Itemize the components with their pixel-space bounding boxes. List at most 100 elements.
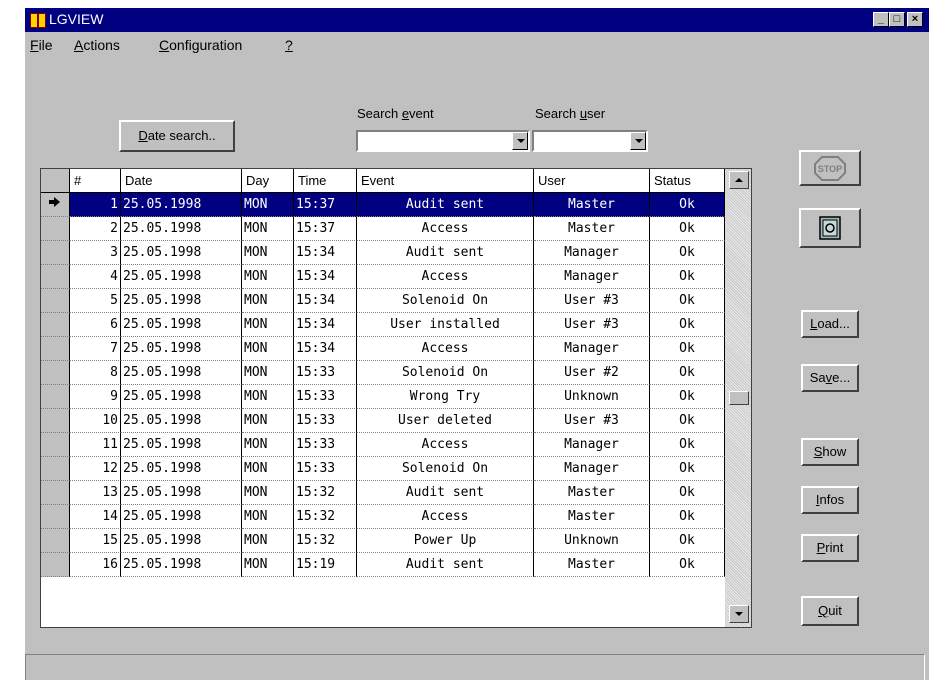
cell-time: 15:33	[294, 457, 357, 481]
menu-help[interactable]: ?	[285, 37, 293, 53]
table-row[interactable]: 3 25.05.1998 MON 15:34 Audit sent Manager Ok	[41, 241, 725, 265]
header-status[interactable]: Status	[650, 169, 725, 193]
table-row[interactable]: 16 25.05.1998 MON 15:19 Audit sent Master Ok	[41, 553, 725, 577]
scroll-down-arrow-icon[interactable]	[729, 605, 749, 623]
dropdown-arrow-icon[interactable]	[512, 132, 528, 150]
header-user[interactable]: User	[534, 169, 650, 193]
header-time[interactable]: Time	[294, 169, 357, 193]
show-button[interactable]: Show	[801, 438, 859, 466]
cell-number: 9	[70, 385, 121, 409]
cell-number: 3	[70, 241, 121, 265]
cell-status: Ok	[650, 241, 725, 265]
dropdown-arrow-icon[interactable]	[630, 132, 646, 150]
header-date[interactable]: Date	[121, 169, 242, 193]
row-indicator[interactable]	[41, 313, 70, 337]
cell-time: 15:34	[294, 241, 357, 265]
table-row[interactable]: 12 25.05.1998 MON 15:33 Solenoid On Manager Ok	[41, 457, 725, 481]
stop-button[interactable]: STOP	[799, 150, 861, 186]
cell-user: Master	[534, 193, 650, 217]
table-scrollbar[interactable]	[725, 169, 751, 627]
scroll-up-arrow-icon[interactable]	[729, 171, 749, 189]
cell-date: 25.05.1998	[121, 457, 242, 481]
row-indicator[interactable]	[41, 361, 70, 385]
print-button[interactable]: Print	[801, 534, 859, 562]
cell-date: 25.05.1998	[121, 433, 242, 457]
row-indicator[interactable]	[41, 385, 70, 409]
table-row[interactable]: 8 25.05.1998 MON 15:33 Solenoid On User #2 Ok	[41, 361, 725, 385]
cell-time: 15:34	[294, 313, 357, 337]
table-row[interactable]: 7 25.05.1998 MON 15:34 Access Manager Ok	[41, 337, 725, 361]
cell-number: 7	[70, 337, 121, 361]
cell-time: 15:33	[294, 361, 357, 385]
table-row[interactable]: 2 25.05.1998 MON 15:37 Access Master Ok	[41, 217, 725, 241]
menu-actions[interactable]: Actions	[74, 37, 120, 53]
maximize-button[interactable]: □	[889, 12, 905, 27]
table-row[interactable]: 13 25.05.1998 MON 15:32 Audit sent Master Ok	[41, 481, 725, 505]
minimize-button[interactable]: _	[873, 12, 889, 27]
row-indicator[interactable]	[41, 481, 70, 505]
row-indicator[interactable]	[41, 553, 70, 577]
cell-time: 15:32	[294, 481, 357, 505]
row-indicator[interactable]	[41, 433, 70, 457]
table-row[interactable]: 9 25.05.1998 MON 15:33 Wrong Try Unknown Ok	[41, 385, 725, 409]
table-row[interactable]: 4 25.05.1998 MON 15:34 Access Manager Ok	[41, 265, 725, 289]
row-indicator[interactable]	[41, 457, 70, 481]
cell-date: 25.05.1998	[121, 529, 242, 553]
quit-button[interactable]: Quit	[801, 596, 859, 626]
row-indicator[interactable]	[41, 289, 70, 313]
cell-status: Ok	[650, 289, 725, 313]
menu-file[interactable]: File	[30, 37, 53, 53]
infos-button[interactable]: Infos	[801, 486, 859, 514]
cell-time: 15:32	[294, 505, 357, 529]
close-button[interactable]: ×	[907, 12, 923, 27]
row-indicator[interactable]	[41, 217, 70, 241]
cell-user: Master	[534, 217, 650, 241]
cell-date: 25.05.1998	[121, 193, 242, 217]
title-bar[interactable]: LGVIEW _ □ ×	[25, 8, 929, 32]
cell-user: Manager	[534, 433, 650, 457]
cell-event: Access	[357, 265, 534, 289]
header-number[interactable]: #	[70, 169, 121, 193]
event-table[interactable]: # Date Day Time Event User Status 1 25.05…	[40, 168, 752, 628]
search-event-combo[interactable]	[356, 130, 530, 152]
cell-date: 25.05.1998	[121, 265, 242, 289]
table-row[interactable]: 6 25.05.1998 MON 15:34 User installed User #3…	[41, 313, 725, 337]
cell-day: MON	[242, 337, 294, 361]
search-user-combo[interactable]	[532, 130, 648, 152]
cell-number: 14	[70, 505, 121, 529]
row-indicator[interactable]	[41, 193, 70, 217]
cell-number: 15	[70, 529, 121, 553]
cell-user: User #3	[534, 409, 650, 433]
header-event[interactable]: Event	[357, 169, 534, 193]
cell-day: MON	[242, 553, 294, 577]
table-row[interactable]: 1 25.05.1998 MON 15:37 Audit sent Master Ok	[41, 193, 725, 217]
table-row[interactable]: 5 25.05.1998 MON 15:34 Solenoid On User #3 Ok	[41, 289, 725, 313]
row-indicator[interactable]	[41, 337, 70, 361]
table-row[interactable]: 15 25.05.1998 MON 15:32 Power Up Unknown Ok	[41, 529, 725, 553]
load-button[interactable]: Load...	[801, 310, 859, 338]
safe-button[interactable]	[799, 208, 861, 248]
cell-event: Audit sent	[357, 193, 534, 217]
table-row[interactable]: 10 25.05.1998 MON 15:33 User deleted User #3 O…	[41, 409, 725, 433]
cell-status: Ok	[650, 433, 725, 457]
cell-status: Ok	[650, 361, 725, 385]
row-indicator[interactable]	[41, 409, 70, 433]
table-row[interactable]: 11 25.05.1998 MON 15:33 Access Manager Ok	[41, 433, 725, 457]
scroll-thumb[interactable]	[729, 391, 749, 405]
row-indicator[interactable]	[41, 265, 70, 289]
save-button[interactable]: Save...	[801, 364, 859, 392]
menu-configuration[interactable]: Configuration	[159, 37, 242, 53]
cell-day: MON	[242, 409, 294, 433]
row-indicator[interactable]	[41, 529, 70, 553]
cell-date: 25.05.1998	[121, 241, 242, 265]
cell-time: 15:33	[294, 385, 357, 409]
row-indicator[interactable]	[41, 241, 70, 265]
cell-user: Manager	[534, 337, 650, 361]
table-row[interactable]: 14 25.05.1998 MON 15:32 Access Master Ok	[41, 505, 725, 529]
cell-user: User #2	[534, 361, 650, 385]
cell-status: Ok	[650, 265, 725, 289]
row-indicator[interactable]	[41, 505, 70, 529]
date-search-button[interactable]: Date search..	[119, 120, 235, 152]
header-day[interactable]: Day	[242, 169, 294, 193]
cell-time: 15:32	[294, 529, 357, 553]
